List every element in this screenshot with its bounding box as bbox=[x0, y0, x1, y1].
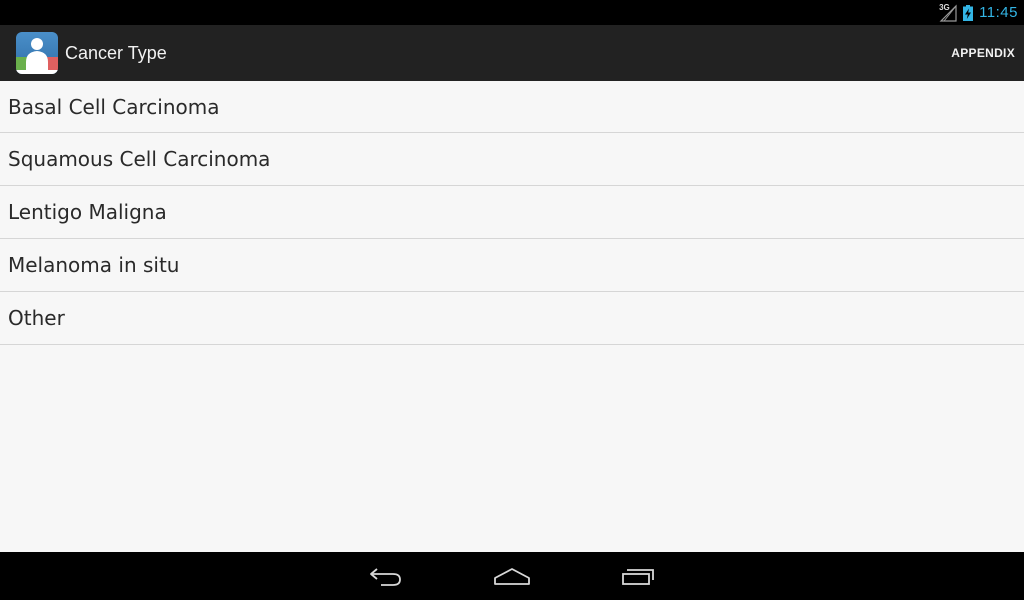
list-item-squamous-cell-carcinoma[interactable]: Squamous Cell Carcinoma bbox=[0, 133, 1024, 186]
signal-icon: 3G bbox=[939, 2, 957, 22]
status-bar: 3G 11:45 bbox=[0, 0, 1024, 25]
list-item-basal-cell-carcinoma[interactable]: Basal Cell Carcinoma bbox=[0, 81, 1024, 133]
network-type-label: 3G bbox=[939, 2, 950, 12]
list-item-lentigo-maligna[interactable]: Lentigo Maligna bbox=[0, 186, 1024, 239]
list-item-other[interactable]: Other bbox=[0, 292, 1024, 345]
home-icon[interactable] bbox=[482, 552, 542, 600]
page-title: Cancer Type bbox=[65, 42, 167, 63]
app-person-icon[interactable] bbox=[16, 32, 58, 74]
action-bar: Cancer Type APPENDIX bbox=[0, 25, 1024, 81]
appendix-button[interactable]: APPENDIX bbox=[951, 38, 1015, 68]
cancer-type-list: Basal Cell Carcinoma Squamous Cell Carci… bbox=[0, 81, 1024, 552]
navigation-bar bbox=[0, 552, 1024, 600]
battery-charging-icon bbox=[963, 4, 974, 21]
back-icon[interactable] bbox=[356, 552, 416, 600]
list-item-melanoma-in-situ[interactable]: Melanoma in situ bbox=[0, 239, 1024, 292]
status-clock: 11:45 bbox=[979, 4, 1018, 21]
recents-icon[interactable] bbox=[608, 552, 668, 600]
